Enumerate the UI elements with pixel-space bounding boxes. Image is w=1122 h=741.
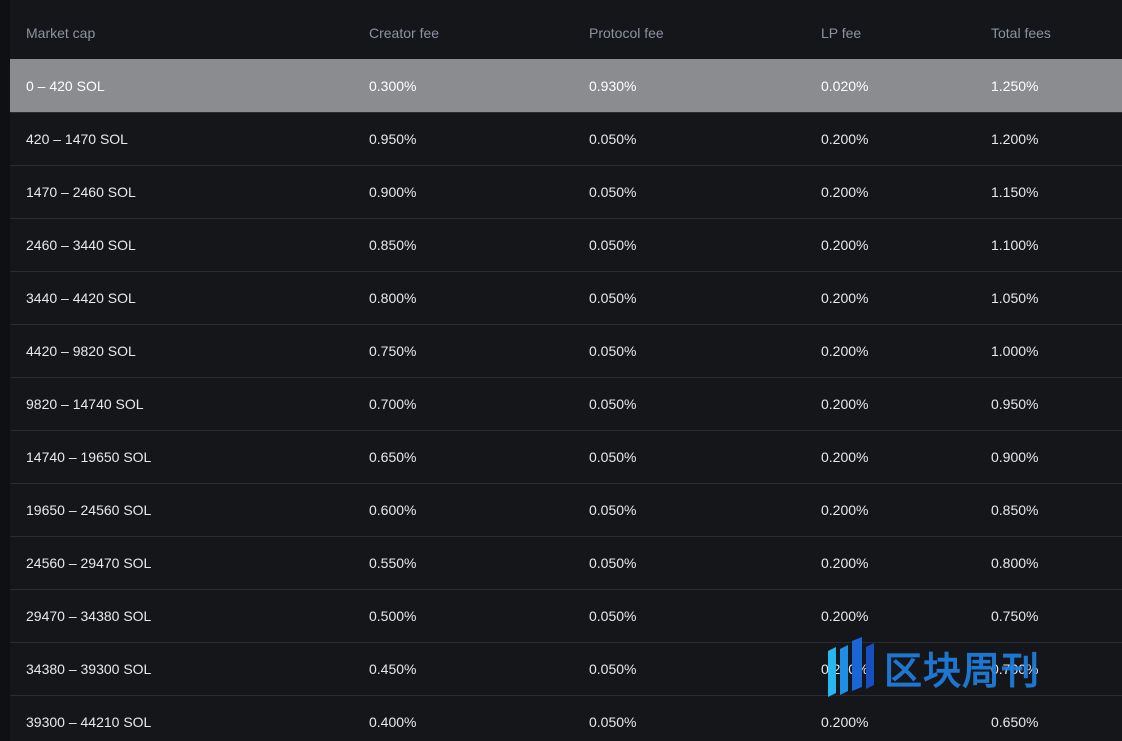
- cell-market-cap: 3440 – 4420 SOL: [10, 271, 353, 325]
- cell-market-cap: 39300 – 44210 SOL: [10, 695, 353, 741]
- cell-creator-fee: 0.550%: [353, 536, 573, 590]
- table-row[interactable]: 29470 – 34380 SOL 0.500% 0.050% 0.200% 0.750…: [10, 589, 1122, 643]
- table-row[interactable]: 0 – 420 SOL 0.300% 0.930% 0.020% 1.250%: [10, 59, 1122, 113]
- table-row[interactable]: 2460 – 3440 SOL 0.850% 0.050% 0.200% 1.100%: [10, 218, 1122, 272]
- cell-protocol-fee: 0.050%: [573, 536, 805, 590]
- table-row[interactable]: 3440 – 4420 SOL 0.800% 0.050% 0.200% 1.050%: [10, 271, 1122, 325]
- column-header-total-fees: Total fees: [991, 24, 1051, 41]
- cell-creator-fee: 0.850%: [353, 218, 573, 272]
- cell-total-fees: 0.900%: [975, 430, 1122, 484]
- cell-total-fees: 0.700%: [975, 642, 1122, 696]
- cell-total-fees: 0.650%: [975, 695, 1122, 741]
- cell-creator-fee: 0.650%: [353, 430, 573, 484]
- cell-total-fees: 0.800%: [975, 536, 1122, 590]
- cell-lp-fee: 0.200%: [805, 642, 975, 696]
- fee-tier-panel: Market cap Creator fee Protocol fee LP f…: [0, 0, 1122, 741]
- table-row[interactable]: 4420 – 9820 SOL 0.750% 0.050% 0.200% 1.000%: [10, 324, 1122, 378]
- table-row[interactable]: 14740 – 19650 SOL 0.650% 0.050% 0.200% 0.900…: [10, 430, 1122, 484]
- cell-lp-fee: 0.200%: [805, 271, 975, 325]
- cell-lp-fee: 0.200%: [805, 218, 975, 272]
- cell-creator-fee: 0.800%: [353, 271, 573, 325]
- cell-total-fees: 1.250%: [975, 59, 1122, 113]
- cell-lp-fee: 0.020%: [805, 59, 975, 113]
- cell-market-cap: 0 – 420 SOL: [10, 59, 353, 113]
- cell-total-fees: 1.050%: [975, 271, 1122, 325]
- column-header-protocol-fee: Protocol fee: [589, 24, 664, 41]
- cell-market-cap: 24560 – 29470 SOL: [10, 536, 353, 590]
- cell-protocol-fee: 0.050%: [573, 695, 805, 741]
- column-header-creator-fee: Creator fee: [369, 24, 440, 41]
- cell-creator-fee: 0.600%: [353, 483, 573, 537]
- table-row[interactable]: 39300 – 44210 SOL 0.400% 0.050% 0.200% 0.650…: [10, 695, 1122, 741]
- cell-market-cap: 4420 – 9820 SOL: [10, 324, 353, 378]
- table-row[interactable]: 420 – 1470 SOL 0.950% 0.050% 0.200% 1.200%: [10, 112, 1122, 166]
- cell-lp-fee: 0.200%: [805, 589, 975, 643]
- cell-protocol-fee: 0.930%: [573, 59, 805, 113]
- table-header: Market cap Creator fee Protocol fee LP f…: [10, 6, 1122, 60]
- table-row[interactable]: 9820 – 14740 SOL 0.700% 0.050% 0.200% 0.950%: [10, 377, 1122, 431]
- cell-lp-fee: 0.200%: [805, 695, 975, 741]
- cell-protocol-fee: 0.050%: [573, 324, 805, 378]
- cell-market-cap: 29470 – 34380 SOL: [10, 589, 353, 643]
- cell-total-fees: 0.950%: [975, 377, 1122, 431]
- cell-creator-fee: 0.450%: [353, 642, 573, 696]
- table-row[interactable]: 34380 – 39300 SOL 0.450% 0.050% 0.200% 0.700…: [10, 642, 1122, 696]
- cell-market-cap: 1470 – 2460 SOL: [10, 165, 353, 219]
- cell-protocol-fee: 0.050%: [573, 112, 805, 166]
- cell-total-fees: 0.750%: [975, 589, 1122, 643]
- cell-protocol-fee: 0.050%: [573, 430, 805, 484]
- cell-protocol-fee: 0.050%: [573, 642, 805, 696]
- cell-creator-fee: 0.300%: [353, 59, 573, 113]
- cell-lp-fee: 0.200%: [805, 112, 975, 166]
- column-header-market-cap: Market cap: [26, 24, 96, 41]
- table-body: 0 – 420 SOL 0.300% 0.930% 0.020% 1.250% 420 –…: [10, 59, 1122, 741]
- left-edge: [0, 0, 10, 741]
- cell-protocol-fee: 0.050%: [573, 377, 805, 431]
- cell-total-fees: 1.000%: [975, 324, 1122, 378]
- cell-lp-fee: 0.200%: [805, 165, 975, 219]
- cell-lp-fee: 0.200%: [805, 324, 975, 378]
- cell-market-cap: 19650 – 24560 SOL: [10, 483, 353, 537]
- fee-tier-table: Market cap Creator fee Protocol fee LP f…: [10, 6, 1122, 741]
- cell-total-fees: 1.150%: [975, 165, 1122, 219]
- cell-market-cap: 2460 – 3440 SOL: [10, 218, 353, 272]
- cell-market-cap: 34380 – 39300 SOL: [10, 642, 353, 696]
- cell-creator-fee: 0.750%: [353, 324, 573, 378]
- table-row[interactable]: 1470 – 2460 SOL 0.900% 0.050% 0.200% 1.150%: [10, 165, 1122, 219]
- header-row: Market cap Creator fee Protocol fee LP f…: [10, 6, 1122, 60]
- cell-protocol-fee: 0.050%: [573, 589, 805, 643]
- column-header-lp-fee: LP fee: [821, 24, 862, 41]
- cell-creator-fee: 0.900%: [353, 165, 573, 219]
- cell-market-cap: 9820 – 14740 SOL: [10, 377, 353, 431]
- cell-creator-fee: 0.500%: [353, 589, 573, 643]
- table-row[interactable]: 24560 – 29470 SOL 0.550% 0.050% 0.200% 0.800…: [10, 536, 1122, 590]
- cell-protocol-fee: 0.050%: [573, 483, 805, 537]
- table-row[interactable]: 19650 – 24560 SOL 0.600% 0.050% 0.200% 0.850…: [10, 483, 1122, 537]
- cell-lp-fee: 0.200%: [805, 536, 975, 590]
- cell-lp-fee: 0.200%: [805, 483, 975, 537]
- cell-protocol-fee: 0.050%: [573, 165, 805, 219]
- cell-total-fees: 0.850%: [975, 483, 1122, 537]
- cell-protocol-fee: 0.050%: [573, 271, 805, 325]
- cell-total-fees: 1.200%: [975, 112, 1122, 166]
- cell-market-cap: 14740 – 19650 SOL: [10, 430, 353, 484]
- cell-market-cap: 420 – 1470 SOL: [10, 112, 353, 166]
- cell-creator-fee: 0.400%: [353, 695, 573, 741]
- cell-creator-fee: 0.700%: [353, 377, 573, 431]
- cell-protocol-fee: 0.050%: [573, 218, 805, 272]
- cell-lp-fee: 0.200%: [805, 377, 975, 431]
- cell-creator-fee: 0.950%: [353, 112, 573, 166]
- cell-lp-fee: 0.200%: [805, 430, 975, 484]
- cell-total-fees: 1.100%: [975, 218, 1122, 272]
